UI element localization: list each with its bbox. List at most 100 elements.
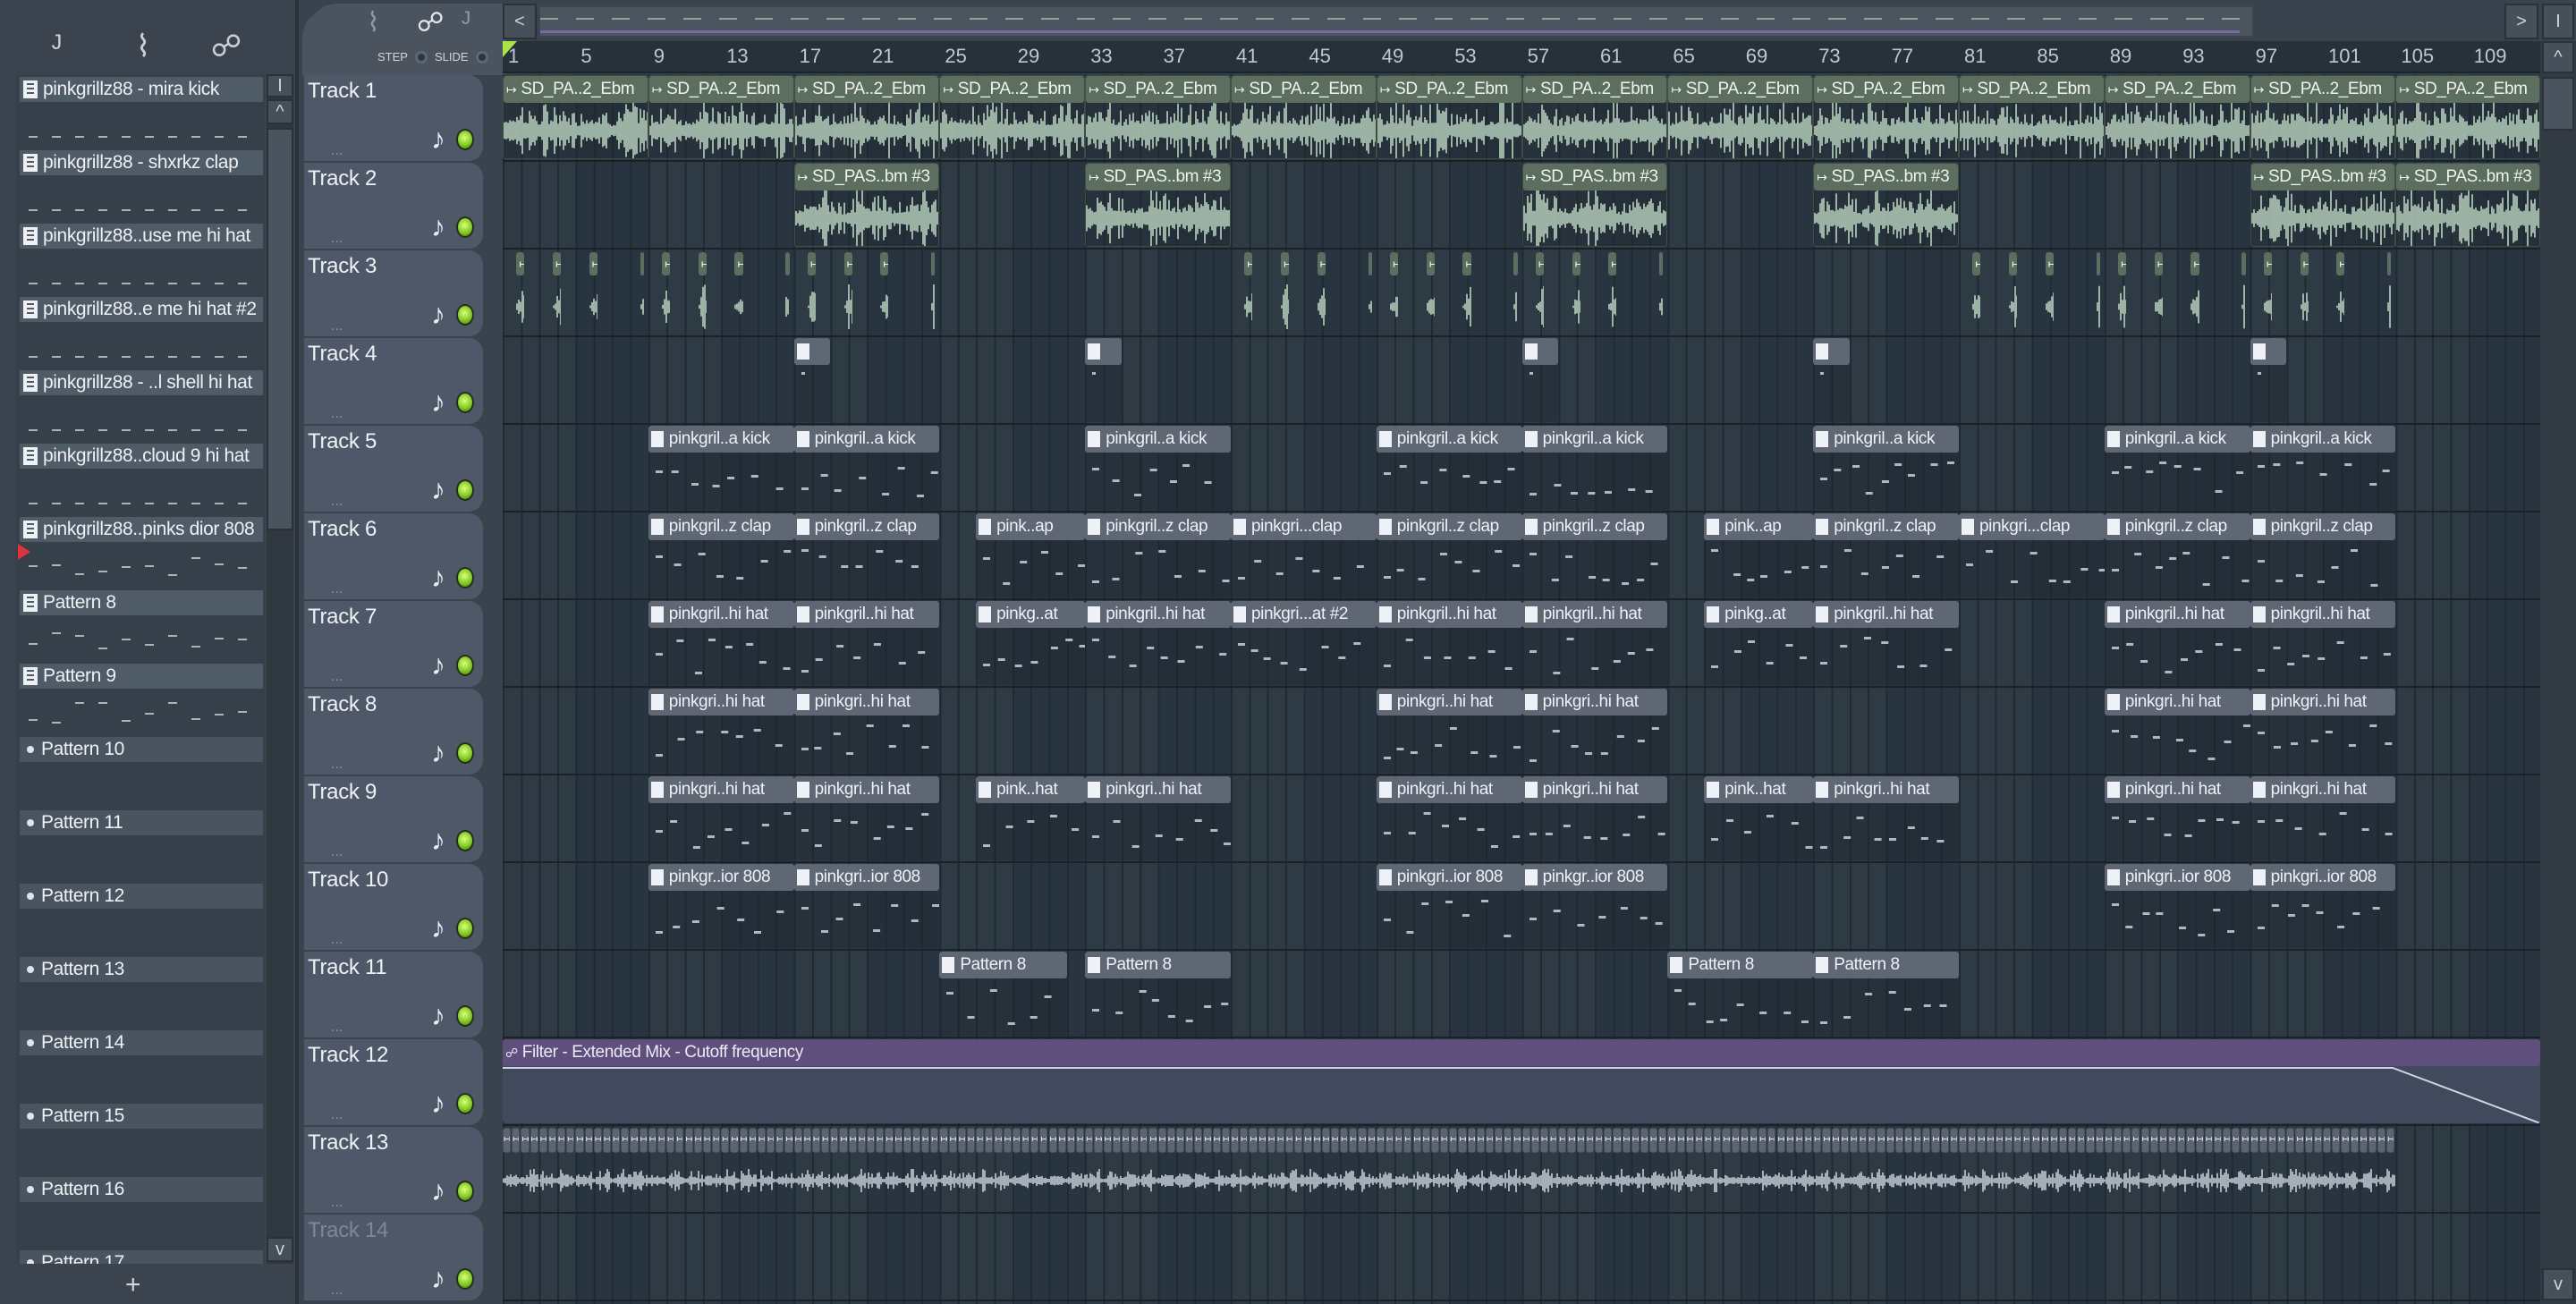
playlist-clip[interactable]: pinkgril..z clap bbox=[1376, 513, 1522, 597]
playlist-clip[interactable]: pinkgri..hi hat bbox=[793, 776, 940, 860]
clip-header[interactable]: ↦ bbox=[1535, 252, 1545, 275]
picker-item[interactable]: pinkgrillz88 - shxrkz clap bbox=[20, 150, 263, 224]
loop-clip[interactable]: ↦ bbox=[657, 1128, 666, 1153]
loop-clip[interactable]: ↦ bbox=[1513, 1128, 1521, 1153]
one-shot-clip[interactable]: ↦ bbox=[1535, 252, 1545, 333]
track-name[interactable]: Track 14 bbox=[308, 1218, 388, 1243]
loop-clip[interactable]: ↦ bbox=[2223, 1128, 2232, 1153]
loop-clip[interactable]: ↦ bbox=[530, 1128, 538, 1153]
loop-clip[interactable]: ↦ bbox=[1175, 1128, 1185, 1153]
loop-clip[interactable]: ↦ bbox=[1776, 1128, 1785, 1153]
track-name[interactable]: Track 7 bbox=[308, 605, 377, 630]
loop-clip[interactable]: ↦ bbox=[1676, 1128, 1685, 1153]
loop-clip[interactable]: ↦ bbox=[684, 1128, 693, 1153]
picker-item-header[interactable]: Pattern 9 bbox=[20, 664, 263, 689]
one-shot-clip[interactable]: ↦ bbox=[1462, 252, 1471, 333]
loop-clip[interactable]: ↦ bbox=[2040, 1128, 2049, 1153]
picker-scrollbar[interactable]: I ^ v bbox=[267, 74, 293, 1264]
picker-item[interactable]: Pattern 9 bbox=[20, 664, 263, 737]
one-shot-clip[interactable]: ↦ bbox=[1390, 252, 1399, 333]
clip-header[interactable] bbox=[1813, 338, 1850, 365]
track-name[interactable]: Track 12 bbox=[308, 1043, 388, 1068]
loop-clip[interactable]: ↦ bbox=[2113, 1128, 2123, 1153]
picker-item[interactable]: Pattern 16 bbox=[20, 1177, 263, 1250]
picker-item-header[interactable]: pinkgrillz88 - ..l shell hi hat bbox=[20, 370, 263, 395]
clip-header[interactable]: pinkgril..z clap bbox=[793, 513, 940, 540]
loop-clip[interactable]: ↦ bbox=[930, 1128, 939, 1153]
loop-clip[interactable]: ↦ bbox=[1085, 1128, 1094, 1153]
clip-header[interactable]: Pattern 8 bbox=[1813, 952, 1959, 978]
scroll-down-button[interactable]: v bbox=[2542, 1268, 2574, 1300]
clip-header[interactable]: pinkgril..hi hat bbox=[1521, 601, 1668, 628]
clip-header[interactable]: pinkgril..z clap bbox=[648, 513, 794, 540]
loop-clip[interactable]: ↦ bbox=[2350, 1128, 2359, 1153]
picker-item-header[interactable]: Pattern 14 bbox=[20, 1030, 263, 1055]
one-shot-clip[interactable]: ↦ bbox=[1280, 252, 1290, 333]
clip-header[interactable]: pinkgri..hi hat bbox=[1376, 689, 1522, 716]
picker-item-header[interactable]: pinkgrillz88..use me hi hat bbox=[20, 224, 263, 249]
playlist-clip[interactable]: Pattern 8 bbox=[1813, 952, 1959, 1036]
clip-header[interactable]: pinkgril..a kick bbox=[1085, 426, 1231, 453]
clip-header[interactable]: pinkgril..hi hat bbox=[1085, 601, 1231, 628]
loop-clip[interactable]: ↦ bbox=[2204, 1128, 2213, 1153]
clip-header[interactable] bbox=[1513, 252, 1518, 275]
loop-clip[interactable]: ↦ bbox=[1121, 1128, 1131, 1153]
track-options-dots[interactable]: ... bbox=[331, 143, 343, 159]
picker-item[interactable]: Pattern 13 bbox=[20, 957, 263, 1030]
loop-clip[interactable]: ↦ bbox=[1804, 1128, 1813, 1153]
one-shot-clip[interactable]: ↦ bbox=[2300, 252, 2309, 333]
loop-clip[interactable]: ↦ bbox=[1877, 1128, 1885, 1153]
clip-header[interactable]: ↦ SD_PAS..bm #3 bbox=[1814, 164, 1958, 191]
loop-clip[interactable]: ↦ bbox=[1367, 1128, 1376, 1153]
slide-radio[interactable] bbox=[475, 50, 488, 64]
clip-header[interactable]: pinkgri..hi hat bbox=[1521, 776, 1668, 803]
loop-clip[interactable]: ↦ bbox=[2095, 1128, 2104, 1153]
loop-clip[interactable]: ↦ bbox=[1495, 1128, 1504, 1153]
loop-clip[interactable]: ↦ bbox=[1258, 1128, 1267, 1153]
clip-header[interactable]: ↦ bbox=[1317, 252, 1326, 275]
track-name[interactable]: Track 3 bbox=[308, 254, 377, 279]
picker-item[interactable]: pinkgrillz88..cloud 9 hi hat bbox=[20, 444, 263, 517]
one-shot-clip[interactable]: ↦ bbox=[1608, 252, 1617, 333]
playlist-clip[interactable]: pinkgril..hi hat bbox=[1376, 601, 1522, 685]
playlist-clip[interactable]: ☍ Filter - Extended Mix - Cutoff frequenc… bbox=[503, 1039, 2540, 1123]
picker-scroll-thumb[interactable] bbox=[267, 128, 293, 530]
picker-item[interactable]: pinkgrillz88..pinks dior 808 bbox=[18, 517, 263, 590]
track-options-dots[interactable]: ... bbox=[331, 932, 343, 948]
loop-clip[interactable]: ↦ bbox=[994, 1128, 1003, 1153]
playlist-clip[interactable]: ↦ SD_PA..2_Ebm bbox=[503, 75, 648, 159]
clip-header[interactable]: ↦ SD_PA..2_Ebm bbox=[1086, 76, 1230, 103]
playlist-clip[interactable]: ↦ SD_PA..2_Ebm bbox=[648, 75, 794, 159]
loop-clip[interactable]: ↦ bbox=[867, 1128, 876, 1153]
playhead-marker[interactable] bbox=[503, 41, 517, 57]
loop-clip[interactable]: ↦ bbox=[811, 1128, 821, 1153]
loop-clip[interactable]: ↦ bbox=[1021, 1128, 1030, 1153]
loop-clip[interactable]: ↦ bbox=[1940, 1128, 1949, 1153]
playlist-clip[interactable] bbox=[793, 338, 831, 422]
loop-clip[interactable]: ↦ bbox=[1066, 1128, 1076, 1153]
playlist-clip[interactable]: Pattern 8 bbox=[1085, 952, 1231, 1036]
loop-clip[interactable]: ↦ bbox=[1521, 1128, 1530, 1153]
loop-clip[interactable]: ↦ bbox=[1449, 1128, 1458, 1153]
playlist-clip[interactable]: pinkgril..z clap bbox=[1813, 513, 1959, 597]
loop-clip[interactable]: ↦ bbox=[1922, 1128, 1931, 1153]
clip-header[interactable]: pinkgri..ior 808 bbox=[1376, 864, 1522, 891]
track-header[interactable]: Track 8... ♪ bbox=[304, 689, 483, 775]
loop-clip[interactable]: ↦ bbox=[2295, 1128, 2304, 1153]
playlist-clip[interactable]: pinkgril..hi hat bbox=[2250, 601, 2396, 685]
clip-header[interactable]: ↦ bbox=[1608, 252, 1617, 275]
clip-header[interactable]: ↦ bbox=[1390, 252, 1399, 275]
playlist-clip[interactable]: pinkgri..hi hat bbox=[1376, 689, 1522, 773]
loop-clip[interactable]: ↦ bbox=[1822, 1128, 1831, 1153]
automation-icon[interactable]: ☍ bbox=[204, 27, 249, 66]
loop-clip[interactable]: ↦ bbox=[1240, 1128, 1249, 1153]
playlist-clip[interactable]: pinkgril..z clap bbox=[2104, 513, 2250, 597]
loop-clip[interactable]: ↦ bbox=[1849, 1128, 1859, 1153]
clip-header[interactable]: pinkg..at bbox=[1704, 601, 1814, 628]
one-shot-clip[interactable]: ↦ bbox=[807, 252, 817, 333]
loop-clip[interactable]: ↦ bbox=[547, 1128, 557, 1153]
playlist-clip[interactable]: pinkg..at bbox=[1704, 601, 1814, 685]
loop-clip[interactable]: ↦ bbox=[2168, 1128, 2177, 1153]
clip-header[interactable]: ↦ SD_PA..2_Ebm bbox=[2105, 76, 2250, 103]
track-name[interactable]: Track 2 bbox=[308, 166, 377, 191]
